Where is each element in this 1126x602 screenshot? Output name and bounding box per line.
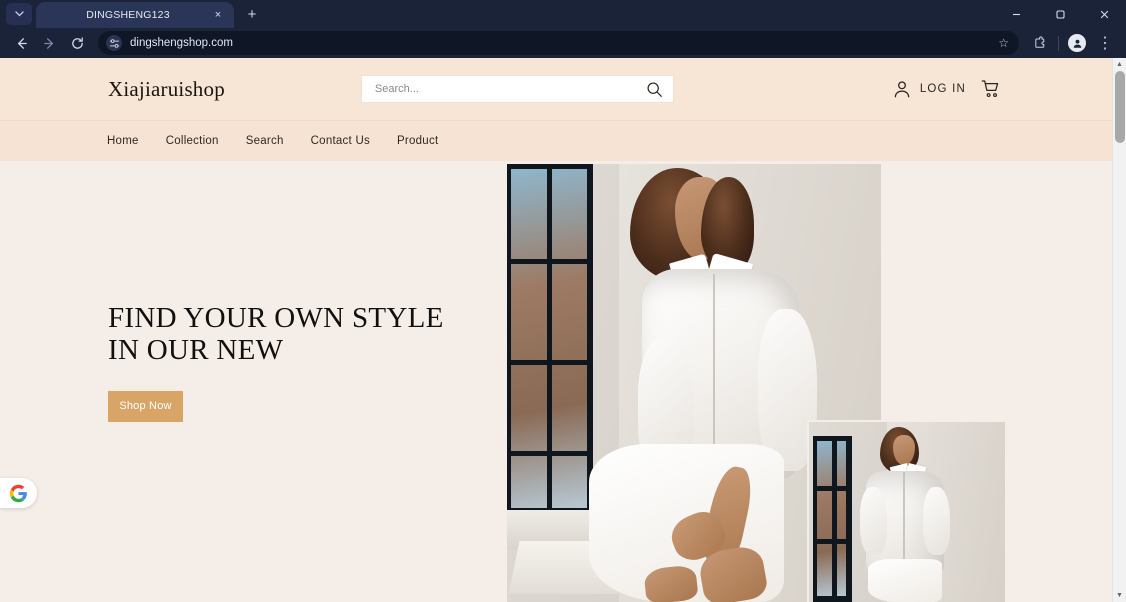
model-sleeve bbox=[922, 486, 951, 556]
window-mullion bbox=[831, 436, 837, 602]
scrollbar-track[interactable] bbox=[1113, 71, 1126, 589]
login-label: LOG IN bbox=[919, 83, 966, 95]
reload-icon bbox=[71, 36, 83, 49]
site-settings-icon[interactable] bbox=[106, 35, 122, 51]
hero-secondary-scene bbox=[809, 422, 1005, 602]
model-skirt bbox=[867, 558, 943, 602]
cart-icon bbox=[981, 80, 999, 98]
url-text: dingshengshop.com bbox=[130, 37, 233, 49]
magnifier-icon bbox=[647, 81, 662, 97]
minimize-icon bbox=[1012, 13, 1020, 15]
window-mullion bbox=[546, 164, 552, 515]
header-actions: LOG IN bbox=[891, 78, 1090, 100]
person-icon bbox=[894, 81, 910, 98]
nav-item-home[interactable]: Home bbox=[107, 135, 139, 147]
profile-button[interactable] bbox=[1064, 30, 1090, 56]
window-controls bbox=[994, 0, 1126, 28]
toolbar-divider bbox=[1058, 35, 1059, 51]
nav-item-collection[interactable]: Collection bbox=[166, 135, 219, 147]
site-logo[interactable]: Xiajiaruishop bbox=[108, 77, 225, 102]
site-header: Xiajiaruishop Search... LOG IN bbox=[0, 58, 1112, 120]
scrollbar-thumb[interactable] bbox=[1115, 71, 1125, 143]
window-frame bbox=[507, 164, 594, 515]
login-button[interactable]: LOG IN bbox=[891, 78, 966, 100]
reload-button[interactable] bbox=[64, 30, 90, 56]
hero-copy: FIND YOUR OWN STYLE IN OUR NEW Shop Now bbox=[108, 302, 478, 422]
nav-item-contact-us[interactable]: Contact Us bbox=[311, 135, 370, 147]
close-window-button[interactable] bbox=[1082, 0, 1126, 28]
new-tab-button[interactable]: + bbox=[240, 2, 264, 26]
hero-section: FIND YOUR OWN STYLE IN OUR NEW Shop Now bbox=[0, 161, 1112, 602]
page-scrollbar[interactable]: ▲ ▼ bbox=[1112, 58, 1126, 602]
nav-item-product[interactable]: Product bbox=[397, 135, 438, 147]
shirt-placket bbox=[903, 472, 906, 566]
tab-search-button[interactable] bbox=[6, 3, 32, 25]
close-icon bbox=[1100, 10, 1108, 18]
address-bar[interactable]: dingshengshop.com ☆ bbox=[98, 31, 1019, 55]
site-navigation: Home Collection Search Contact Us Produc… bbox=[0, 120, 1112, 161]
tune-icon bbox=[109, 38, 119, 48]
browser-tab[interactable]: DINGSHENG123 × bbox=[36, 2, 234, 28]
model-sleeve bbox=[859, 486, 888, 556]
google-badge[interactable] bbox=[0, 478, 37, 508]
cart-button[interactable] bbox=[980, 78, 1002, 100]
google-g-icon bbox=[9, 484, 27, 502]
tab-title: DINGSHENG123 bbox=[86, 9, 170, 21]
page-viewport: Xiajiaruishop Search... LOG IN Home Coll… bbox=[0, 58, 1126, 602]
shop-now-button[interactable]: Shop Now bbox=[108, 390, 183, 422]
search-icon[interactable] bbox=[646, 81, 663, 98]
profile-avatar-icon bbox=[1068, 34, 1086, 52]
hero-title: FIND YOUR OWN STYLE IN OUR NEW bbox=[108, 302, 444, 367]
forward-arrow-icon bbox=[43, 37, 53, 49]
minimize-button[interactable] bbox=[994, 0, 1038, 28]
person-glyph-icon bbox=[1073, 39, 1081, 48]
tab-strip: DINGSHENG123 × + bbox=[0, 0, 1126, 28]
maximize-button[interactable] bbox=[1038, 0, 1082, 28]
search-input[interactable]: Search... bbox=[360, 75, 674, 103]
window-frame bbox=[812, 436, 853, 602]
back-arrow-icon bbox=[17, 37, 27, 49]
scroll-up-arrow[interactable]: ▲ bbox=[1113, 58, 1126, 71]
web-page: Xiajiaruishop Search... LOG IN Home Coll… bbox=[0, 58, 1112, 602]
search-placeholder: Search... bbox=[374, 83, 419, 95]
extensions-button[interactable] bbox=[1027, 30, 1053, 56]
browser-toolbar: dingshengshop.com ☆ ⋮ bbox=[0, 28, 1126, 58]
back-button[interactable] bbox=[8, 30, 34, 56]
shirt-placket bbox=[712, 273, 715, 458]
scroll-down-arrow[interactable]: ▼ bbox=[1113, 589, 1126, 602]
hero-secondary-image[interactable] bbox=[807, 420, 1005, 602]
nav-item-search[interactable]: Search bbox=[246, 135, 284, 147]
browser-window: DINGSHENG123 × + dingshengshop.com ☆ ⋮ X… bbox=[0, 0, 1126, 602]
tab-close-icon[interactable]: × bbox=[210, 7, 226, 23]
extensions-icon bbox=[1034, 35, 1044, 48]
bookmark-star-icon[interactable]: ☆ bbox=[998, 36, 1009, 50]
forward-button[interactable] bbox=[36, 30, 62, 56]
browser-menu-button[interactable]: ⋮ bbox=[1092, 30, 1118, 56]
chevron-down-icon bbox=[14, 11, 24, 17]
maximize-icon bbox=[1055, 9, 1065, 19]
